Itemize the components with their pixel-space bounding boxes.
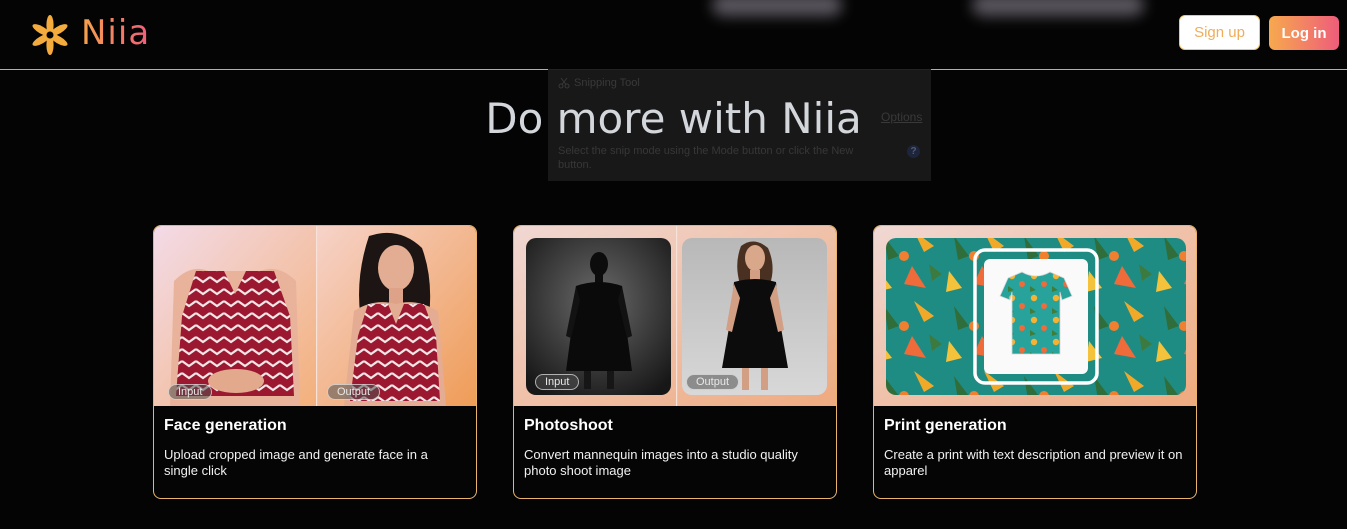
help-icon[interactable]: ? bbox=[907, 145, 920, 158]
feature-card-face-generation[interactable]: Input Output Face generation Upload crop… bbox=[153, 225, 477, 499]
card-title: Photoshoot bbox=[524, 417, 613, 434]
card-description: Convert mannequin images into a studio q… bbox=[524, 447, 798, 478]
face-generation-preview: Input Output bbox=[154, 226, 476, 406]
sign-up-button[interactable]: Sign up bbox=[1179, 15, 1260, 50]
flower-logo-icon bbox=[32, 15, 68, 55]
brand-name: Niia bbox=[81, 13, 151, 53]
snipping-tool-title: Snipping Tool bbox=[574, 77, 640, 89]
face-generation-illustration bbox=[154, 226, 476, 406]
snipping-tool-description: Select the snip mode using the Mode butt… bbox=[558, 145, 854, 171]
card-title: Face generation bbox=[164, 417, 287, 434]
input-label: Input bbox=[535, 374, 580, 390]
feature-card-print-generation[interactable]: Print generation Create a print with tex… bbox=[873, 225, 1197, 499]
page-title: Do more with Niia bbox=[485, 94, 862, 143]
card-title: Print generation bbox=[884, 417, 1007, 434]
output-label: Output bbox=[327, 384, 381, 400]
log-in-button[interactable]: Log in bbox=[1269, 16, 1339, 50]
scissors-icon bbox=[558, 77, 570, 89]
blurred-nav-item bbox=[972, 0, 1144, 16]
input-label: Input bbox=[168, 384, 213, 400]
print-generation-illustration bbox=[874, 226, 1196, 406]
top-navbar: Niia Sign up Log in bbox=[0, 0, 1347, 70]
output-label: Output bbox=[686, 374, 740, 390]
print-generation-preview bbox=[874, 226, 1196, 406]
blurred-nav-item bbox=[712, 0, 842, 16]
card-description: Upload cropped image and generate face i… bbox=[164, 447, 428, 478]
card-description: Create a print with text description and… bbox=[884, 447, 1183, 478]
photoshoot-preview: Input Output bbox=[514, 226, 836, 406]
brand-logo[interactable]: Niia bbox=[27, 12, 150, 58]
feature-card-photoshoot[interactable]: Input Output Photoshoot Convert mannequi… bbox=[513, 225, 837, 499]
snipping-tool-titlebar: Snipping Tool bbox=[558, 77, 640, 89]
